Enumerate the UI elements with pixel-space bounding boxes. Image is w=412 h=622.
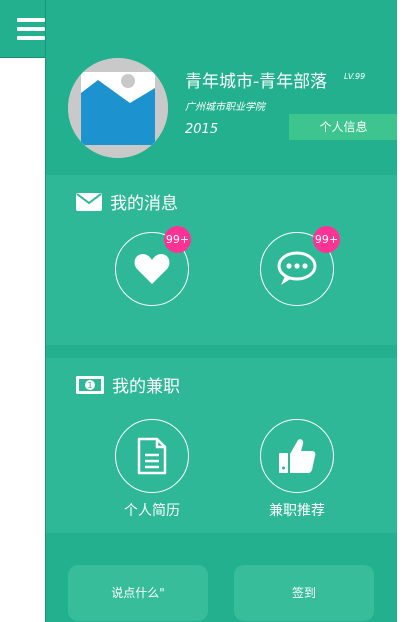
money-icon: 1 [76,375,104,394]
job-recommend-label[interactable]: 兼职推荐 [247,500,347,520]
messages-title-label: 我的消息 [110,194,178,214]
checkin-button[interactable]: 签到 [234,565,374,621]
resume-button[interactable] [115,419,189,493]
messages-section: 我的消息 99+ 99+ [46,175,397,345]
likes-badge: 99+ [164,226,191,253]
menu-button[interactable] [0,0,46,58]
thumbs-up-icon [279,439,316,473]
level-badge: LV.99 [344,72,366,81]
menu-icon-bar [17,36,45,40]
document-icon [137,437,167,475]
jobs-title: 1 我的兼职 [76,372,180,397]
jobs-title-label: 我的兼职 [112,377,180,397]
jobs-section: 1 我的兼职 个人简历 兼职推荐 [46,358,397,533]
chat-bubble-icon [277,251,317,285]
comments-badge: 99+ [313,226,340,253]
messages-title: 我的消息 [76,189,178,214]
avatar[interactable] [68,58,168,158]
image-placeholder-icon [68,58,168,158]
heart-icon [134,254,170,284]
enrollment-year: 2015 [185,122,219,137]
envelope-icon [76,192,102,211]
post-button[interactable]: 说点什么" [68,565,208,621]
resume-label[interactable]: 个人简历 [102,500,202,520]
svg-text:1: 1 [87,381,92,390]
school-name: 广州城市职业学院 [185,102,265,113]
profile-info-button[interactable]: 个人信息 [289,114,397,140]
job-recommend-button[interactable] [260,419,334,493]
menu-icon-bar [17,27,45,31]
menu-icon [17,18,45,22]
username: 青年城市-青年部落 [185,72,328,92]
side-drawer: 青年城市-青年部落 LV.99 广州城市职业学院 2015 个人信息 我的消息 … [45,0,397,622]
